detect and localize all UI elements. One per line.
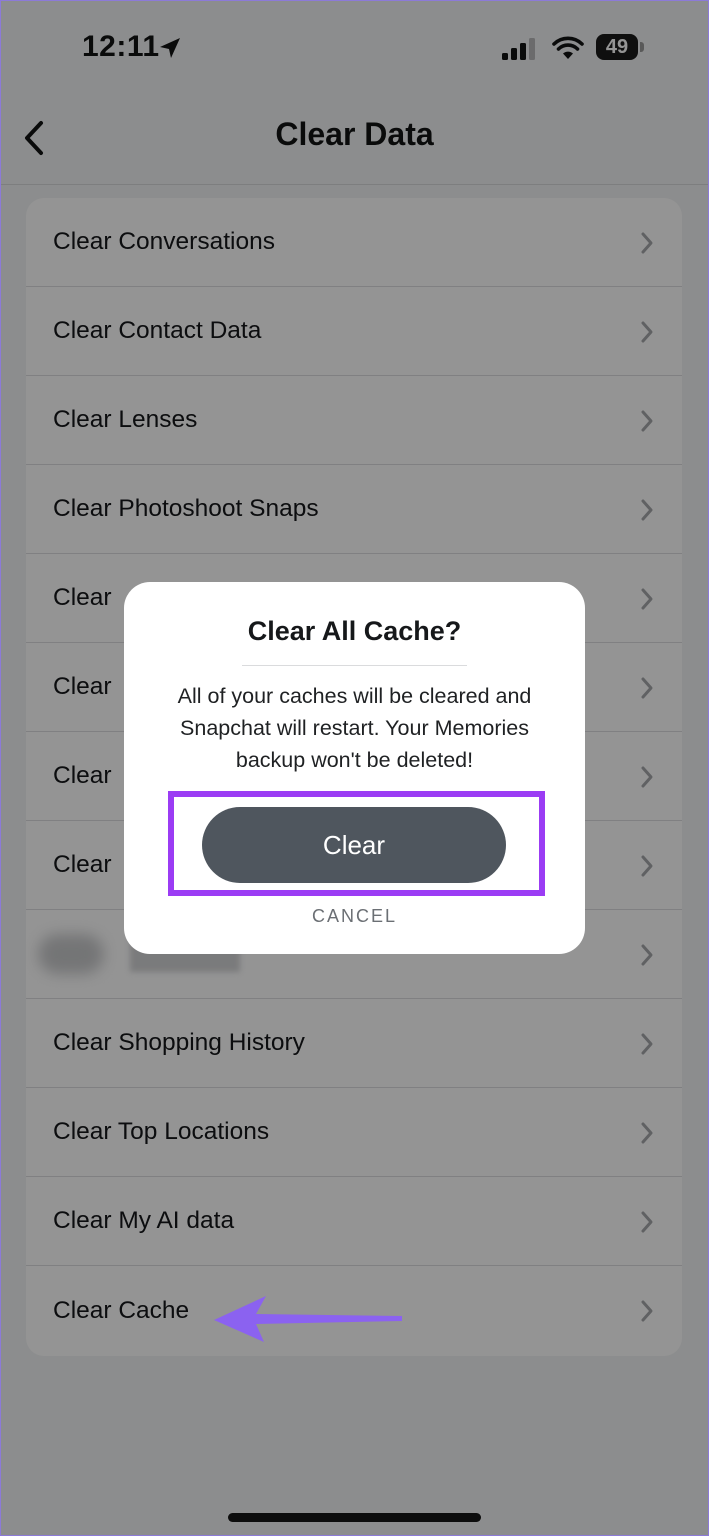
cancel-button[interactable]: CANCEL [124, 906, 585, 927]
dialog-message: All of your caches will be cleared and S… [177, 684, 532, 772]
clear-cache-dialog: Clear All Cache? All of your caches will… [124, 582, 585, 954]
clear-confirm-button[interactable]: Clear [202, 807, 506, 883]
dialog-divider [242, 665, 467, 666]
home-indicator[interactable] [228, 1513, 481, 1522]
arrow-annotation-icon [214, 1296, 402, 1342]
dialog-title: Clear All Cache? [247, 616, 462, 646]
